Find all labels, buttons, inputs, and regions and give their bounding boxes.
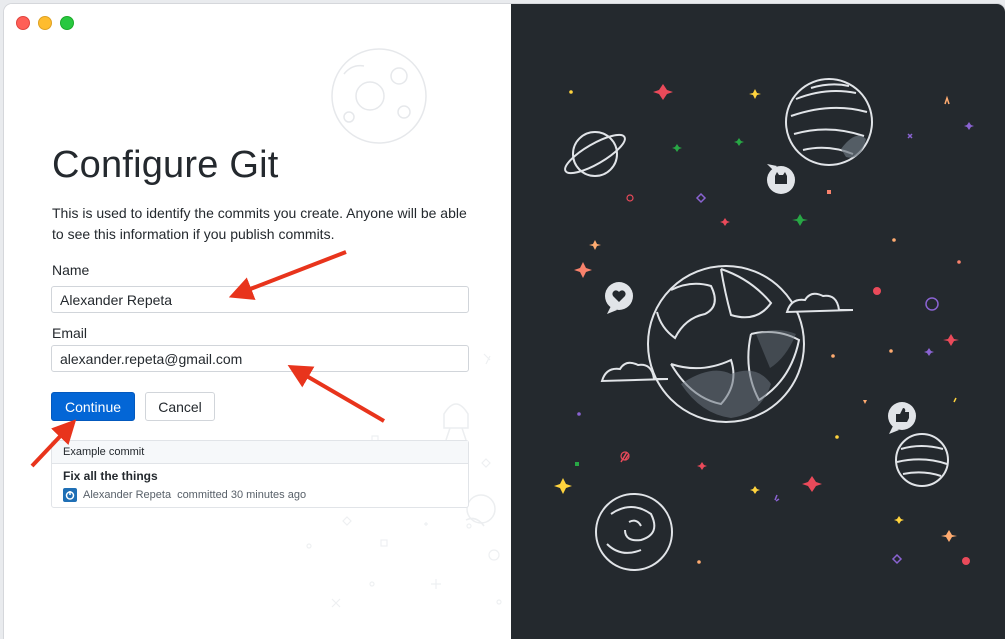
avatar-icon	[63, 488, 77, 502]
background-decorations	[306, 48, 502, 608]
continue-button[interactable]: Continue	[51, 392, 135, 421]
email-input[interactable]	[51, 345, 469, 372]
name-label: Name	[52, 262, 90, 278]
illustration-panel	[511, 4, 1005, 639]
commit-time: committed 30 minutes ago	[177, 489, 307, 501]
name-input[interactable]	[51, 286, 469, 313]
example-commit-card: Example commit Fix all the things Alexan…	[51, 440, 469, 508]
minimize-window-button[interactable]	[38, 16, 52, 30]
thumbs-up-bubble-icon	[888, 402, 916, 434]
moon-icon	[331, 48, 427, 144]
window-controls	[16, 16, 74, 30]
close-window-button[interactable]	[16, 16, 30, 30]
page-title: Configure Git	[52, 144, 279, 186]
configure-git-panel: Configure Git This is used to identify t…	[4, 4, 511, 639]
commit-meta: Alexander Repeta committed 30 minutes ag…	[63, 488, 306, 502]
app-window: Configure Git This is used to identify t…	[4, 4, 1005, 639]
zoom-window-button[interactable]	[60, 16, 74, 30]
banded-planet-icon	[895, 433, 949, 487]
cancel-button[interactable]: Cancel	[145, 392, 215, 421]
ringed-planet-icon	[564, 131, 626, 177]
octocat-bubble-icon	[767, 164, 795, 194]
space-illustration	[554, 78, 974, 571]
cloud-decorations	[600, 292, 854, 383]
swirl-planet-icon	[595, 493, 673, 571]
commit-summary: Fix all the things	[63, 469, 158, 483]
example-commit-header: Example commit	[52, 441, 468, 464]
commit-author: Alexander Repeta	[83, 489, 172, 501]
email-label: Email	[52, 325, 88, 341]
heart-bubble-icon	[605, 282, 633, 314]
page-description: This is used to identify the commits you…	[52, 205, 467, 242]
